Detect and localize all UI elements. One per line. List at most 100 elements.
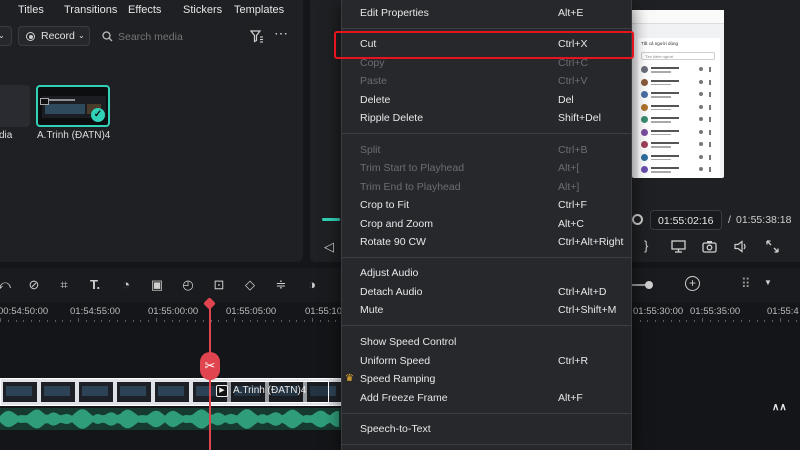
clip-frame [41,382,75,402]
scissors-icon[interactable]: ✂ [200,352,220,380]
undo-icon[interactable]: ⤺ [0,277,12,293]
clip-frame [155,382,189,402]
tab-titles[interactable]: Titles [18,4,44,16]
display-icon[interactable] [671,240,686,253]
text-icon[interactable]: T. [87,277,103,293]
phone-contact-row [641,166,717,175]
grid-handle-icon[interactable]: ⠿ [741,276,750,292]
ruler-label: 01:55:00:00 [148,306,199,317]
zoom-slider-thumb[interactable] [645,281,653,289]
image-icon[interactable]: ▣ [149,277,165,293]
phone-title: Tất cả người dùng [641,41,678,46]
video-icon [40,98,49,105]
view-dropdown[interactable]: ⌄ [0,26,12,46]
playback-progress-fill [322,218,340,221]
filter-icon[interactable] [250,30,264,43]
prev-frame-icon[interactable]: ◁ [324,239,334,255]
camera-snapshot-icon[interactable] [702,240,717,253]
menu-item-add-freeze-frame[interactable]: Add Freeze Frame Alt+F [342,390,631,408]
preview-video-frame: Tất cả người dùng Tìm kiếm người [632,10,724,178]
playback-thumb[interactable] [632,214,643,225]
menu-item-adjust-audio[interactable]: Adjust Audio [342,265,631,283]
current-time-box[interactable]: 01:55:02:16 [650,210,722,230]
phone-contact-row [641,66,717,75]
menu-item-paste[interactable]: Paste Ctrl+V [342,73,631,91]
menu-item-crop-and-zoom[interactable]: Crop and Zoom Alt+C [342,216,631,234]
clip-frame [117,382,151,402]
video-clip[interactable]: ▶ A.Trinh (ĐATN)4 [0,378,341,406]
record-dropdown[interactable]: Record ⌄ [18,26,90,46]
menu-item-delete[interactable]: Delete Del [342,92,631,110]
phone-contact-row [641,153,717,163]
phone-contact-row [641,91,717,100]
cut-highlight-box [334,31,634,59]
ai-crop-icon[interactable]: ⊡ [211,277,227,293]
caret-down-icon[interactable]: ▼ [764,278,772,287]
phone-contact-row [641,141,717,150]
media-toolbar: ⌄ Record ⌄ ⋯ [0,25,303,48]
menu-item-detach-audio[interactable]: Detach Audio Ctrl+Alt+D [342,284,631,302]
media-item-selected[interactable]: ✓ [36,85,110,127]
menu-separator [342,133,631,134]
volume-icon[interactable] [734,240,749,253]
tab-transitions[interactable]: Transitions [64,4,117,16]
phone-contact-row [641,116,717,125]
track-marker: ∧∧ [772,402,787,413]
ruler-label: 01:54:55:00 [70,306,121,317]
media-panel: Titles Transitions Effects Stickers Temp… [0,0,303,262]
crown-icon: ♛ [345,373,354,384]
timer-icon[interactable]: ◴ [180,277,196,293]
audio-waveform [0,409,339,429]
media-item-caption: A.Trinh (ĐATN)4 [37,130,111,141]
menu-item-mute[interactable]: Mute Ctrl+Shift+M [342,302,631,320]
menu-item-speed-ramping[interactable]: ♛ Speed Ramping [342,371,631,389]
adjust-icon[interactable]: ≑ [273,277,289,293]
fullscreen-icon[interactable] [766,240,779,253]
menu-item-show-speed-control[interactable]: Show Speed Control [342,334,631,352]
tab-templates[interactable]: Templates [234,4,284,16]
menu-item-edit-properties[interactable]: Edit Properties Alt+E [342,5,631,23]
search-icon [102,31,113,42]
menu-item-speech-to-text[interactable]: Speech-to-Text [342,421,631,439]
clip-frame [3,382,37,402]
tab-effects[interactable]: Effects [128,4,161,16]
ruler-label: 01:55:30:00 [633,306,684,317]
phone-contact-row [641,103,717,113]
context-menu: Edit Properties Alt+E Cut Ctrl+X Copy Ctrl+… [341,0,632,450]
menu-item-crop-to-fit[interactable]: Crop to Fit Ctrl+F [342,197,631,215]
tab-stickers[interactable]: Stickers [183,4,222,16]
clip-frame [79,382,113,402]
phone-contact-row [641,78,717,88]
speed-icon[interactable]: ◔ [118,277,134,293]
audio-stretch-icon[interactable]: ◑ [304,277,320,293]
menu-item-trim-end[interactable]: Trim End to Playhead Alt+] [342,179,631,197]
media-item-thumbnail[interactable] [0,85,30,127]
record-label: Record [41,30,75,42]
menu-item-split[interactable]: Split Ctrl+B [342,142,631,160]
menu-separator [342,444,631,445]
check-icon: ✓ [91,108,105,122]
time-separator: / [728,214,731,226]
total-time: 01:55:38:18 [736,214,792,226]
crop-icon[interactable]: ⌗ [56,277,72,293]
menu-item-rotate[interactable]: Rotate 90 CW Ctrl+Alt+Right [342,234,631,252]
brush-icon[interactable]: ⊘ [26,277,42,293]
search-media[interactable]: ⋯ [98,25,289,46]
audio-track[interactable] [0,408,341,430]
phone-search-placeholder: Tìm kiếm người [645,54,674,59]
mark-out-icon[interactable]: } [644,238,648,253]
menu-separator [342,413,631,414]
menu-item-trim-start[interactable]: Trim Start to Playhead Alt+[ [342,160,631,178]
ruler-label: 01:55:35:00 [690,306,741,317]
more-options-icon[interactable]: ⋯ [274,25,289,42]
ruler-label: 00:54:50:00 [0,306,49,317]
search-input[interactable] [118,28,228,46]
zoom-in-icon[interactable]: + [685,276,700,291]
menu-separator [342,325,631,326]
keyframe-icon[interactable]: ◇ [242,277,258,293]
play-icon: ▶ [216,385,228,397]
ruler-label: 01:55:4 [767,306,799,317]
menu-item-ripple-delete[interactable]: Ripple Delete Shift+Del [342,110,631,128]
menu-item-uniform-speed[interactable]: Uniform Speed Ctrl+R [342,353,631,371]
chevron-down-icon: ⌄ [0,31,5,40]
